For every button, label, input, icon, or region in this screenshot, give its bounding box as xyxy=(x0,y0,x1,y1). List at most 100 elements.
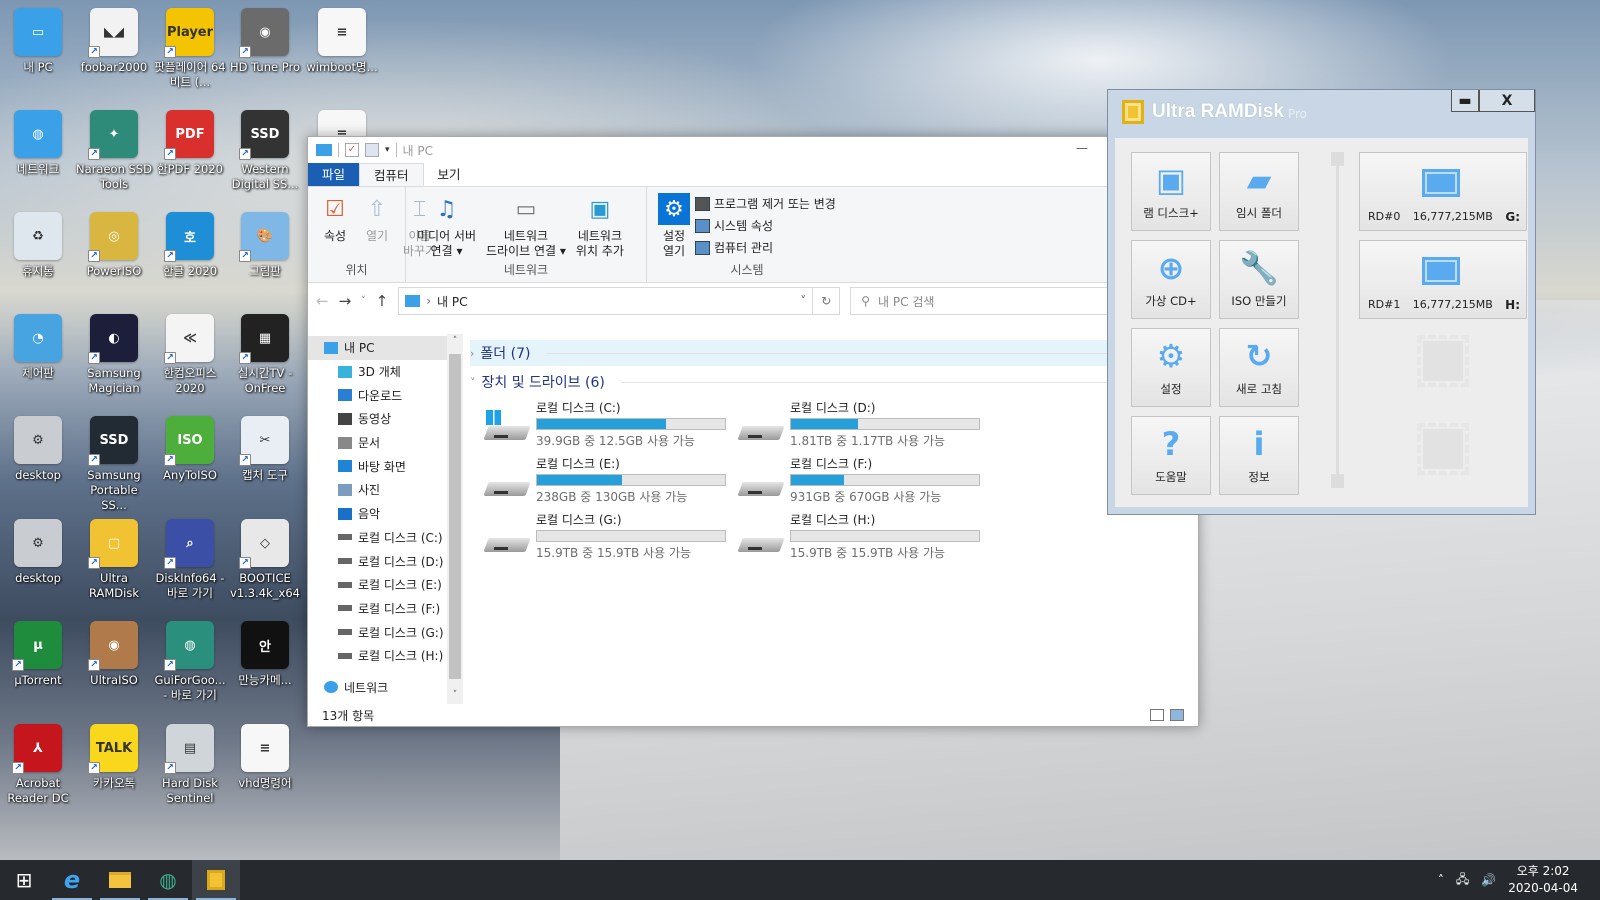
uninstall-program-button[interactable]: 프로그램 제거 또는 변경 xyxy=(695,195,836,212)
close-button[interactable]: X xyxy=(1479,90,1535,112)
nav-item[interactable]: 바탕 화면 xyxy=(308,454,447,478)
ramdisk-button[interactable]: ? 도움말 xyxy=(1131,416,1211,495)
scroll-thumb[interactable] xyxy=(449,354,461,679)
taskbar-guiforgoo[interactable]: ◍ xyxy=(144,860,192,900)
computer-management-button[interactable]: 컴퓨터 관리 xyxy=(695,239,836,256)
nav-item[interactable]: 로컬 디스크 (F:) xyxy=(308,597,447,621)
explorer-titlebar[interactable]: ✓ ▾ 내 PC — xyxy=(308,137,1198,163)
system-properties-button[interactable]: 시스템 속성 xyxy=(695,217,836,234)
quick-access-dropdown-icon[interactable]: ▾ xyxy=(385,145,390,155)
taskbar-internet-explorer[interactable]: e xyxy=(48,860,96,900)
ramdisk-titlebar[interactable]: Ultra RAMDisk Pro ▬ X xyxy=(1108,90,1535,134)
large-icons-view-icon[interactable] xyxy=(1170,709,1184,721)
volume-icon[interactable]: 🔊 xyxy=(1481,873,1496,887)
disk-list-slider[interactable] xyxy=(1331,152,1344,488)
details-view-icon[interactable] xyxy=(1150,709,1164,721)
forward-arrow-icon[interactable]: → xyxy=(339,292,352,310)
address-bar[interactable]: › 내 PC ˅ xyxy=(398,287,814,315)
desktop-icon[interactable]: PDF ↗ 한PDF 2020 xyxy=(152,110,228,177)
tab-computer[interactable]: 컴퓨터 xyxy=(359,163,424,186)
ramdisk-entry[interactable]: RD#0 16,777,215MB G: xyxy=(1359,152,1527,231)
drive-item[interactable]: 로컬 디스크 (C:) 39.9GB 중 12.5GB 사용 가능 xyxy=(483,401,738,450)
desktop-icon[interactable]: 🎨 ↗ 그림판 xyxy=(227,212,303,279)
nav-item-this-pc[interactable]: 내 PC xyxy=(308,336,447,360)
clock[interactable]: 오후 2:02 2020-04-04 xyxy=(1508,863,1578,897)
desktop-icon[interactable]: ⚙ desktop xyxy=(0,416,76,483)
desktop-icon[interactable]: ≡ vhd명령어 xyxy=(227,724,303,791)
nav-item[interactable]: 다운로드 xyxy=(308,383,447,407)
ramdisk-button[interactable]: ↻ 새로 고침 xyxy=(1219,328,1299,407)
desktop-icon[interactable]: ⌕ ↗ DiskInfo64 - 바로 가기 xyxy=(152,519,228,601)
back-arrow-icon[interactable]: ← xyxy=(316,292,329,310)
desktop-icon[interactable]: ⚙ desktop xyxy=(0,519,76,586)
minimize-button[interactable]: ▬ xyxy=(1451,90,1479,112)
desktop-icon[interactable]: ≡ wimboot명... xyxy=(304,8,380,75)
minimize-button[interactable]: — xyxy=(1076,141,1088,155)
tab-file[interactable]: 파일 xyxy=(308,163,360,186)
ramdisk-button[interactable]: 🔧 ISO 만들기 xyxy=(1219,240,1299,319)
ramdisk-button[interactable]: ⚙ 설정 xyxy=(1131,328,1211,407)
ramdisk-button[interactable]: ⊕ 가상 CD+ xyxy=(1131,240,1211,319)
tab-view[interactable]: 보기 xyxy=(424,163,475,186)
nav-item[interactable]: 음악 xyxy=(308,502,447,526)
nav-item-network[interactable]: 네트워크 xyxy=(308,676,447,700)
properties-quick-icon[interactable]: ✓ xyxy=(345,143,359,157)
new-folder-quick-icon[interactable] xyxy=(365,143,379,157)
nav-item[interactable]: 로컬 디스크 (G:) xyxy=(308,620,447,644)
desktop-icon[interactable]: ✂ ↗ 캡처 도구 xyxy=(227,416,303,483)
desktop-icon[interactable]: ◐ ↗ Samsung Magician xyxy=(76,314,152,396)
ramdisk-button[interactable]: i 정보 xyxy=(1219,416,1299,495)
breadcrumb-this-pc[interactable]: 내 PC xyxy=(437,293,467,310)
drive-item[interactable]: 로컬 디스크 (D:) 1.81TB 중 1.17TB 사용 가능 xyxy=(737,401,992,450)
desktop-icon[interactable]: ◉ ↗ UltraISO xyxy=(76,621,152,688)
network-icon[interactable]: 🖧 xyxy=(1456,870,1469,891)
desktop-icon[interactable]: ▢ ↗ Ultra RAMDisk xyxy=(76,519,152,601)
section-folders[interactable]: › 폴더 (7) xyxy=(470,340,1198,366)
section-drives[interactable]: ˅ 장치 및 드라이브 (6) xyxy=(470,369,1198,395)
desktop-icon[interactable]: 안 만능카메... xyxy=(227,621,303,688)
slider-handle[interactable] xyxy=(1331,152,1344,166)
desktop-icon[interactable]: TALK ↗ 카카오톡 xyxy=(76,724,152,791)
drive-item[interactable]: 로컬 디스크 (G:) 15.9TB 중 15.9TB 사용 가능 xyxy=(483,513,738,562)
slider-handle[interactable] xyxy=(1331,474,1344,488)
recent-locations-chevron-icon[interactable]: ˅ xyxy=(361,296,366,306)
desktop-icon[interactable]: ◔ 제어판 xyxy=(0,314,76,381)
desktop-icon[interactable]: ◍ 네트워크 xyxy=(0,110,76,177)
desktop-icon[interactable]: ▤ ↗ Hard Disk Sentinel xyxy=(152,724,228,806)
desktop-icon[interactable]: ▭ 내 PC xyxy=(0,8,76,75)
taskbar-file-explorer[interactable] xyxy=(96,860,144,900)
desktop-icon[interactable]: ◇ ↗ BOOTICE v1.3.4k_x64 xyxy=(227,519,303,601)
nav-item[interactable]: 로컬 디스크 (H:) xyxy=(308,644,447,668)
address-dropdown-icon[interactable]: ˅ xyxy=(800,294,806,308)
desktop-icon[interactable]: SSD ↗ Western Digital SS... xyxy=(227,110,303,192)
nav-item[interactable]: 로컬 디스크 (E:) xyxy=(308,573,447,597)
drive-item[interactable]: 로컬 디스크 (H:) 15.9TB 중 15.9TB 사용 가능 xyxy=(737,513,992,562)
desktop-icon[interactable]: ▦ ↗ 실시간TV - OnFree xyxy=(227,314,303,396)
up-arrow-icon[interactable]: ↑ xyxy=(376,292,389,310)
nav-item[interactable]: 동영상 xyxy=(308,407,447,431)
desktop-icon[interactable]: ◉ ↗ HD Tune Pro xyxy=(227,8,303,75)
scroll-down-icon[interactable]: ˅ xyxy=(447,690,463,700)
desktop-icon[interactable]: Player ↗ 팟플레이어 64 비트 (... xyxy=(152,8,228,90)
drive-item[interactable]: 로컬 디스크 (F:) 931GB 중 670GB 사용 가능 xyxy=(737,457,992,506)
nav-item[interactable]: 문서 xyxy=(308,431,447,455)
ramdisk-entry[interactable]: RD#1 16,777,215MB H: xyxy=(1359,240,1527,319)
desktop-icon[interactable]: ISO ↗ AnyToISO xyxy=(152,416,228,483)
desktop-icon[interactable]: ≪ ↗ 한컴오피스 2020 xyxy=(152,314,228,396)
desktop-icon[interactable]: ✦ ↗ Naraeon SSD Tools xyxy=(76,110,152,192)
search-input[interactable]: ⚲ 내 PC 검색 xyxy=(850,287,1131,315)
ramdisk-button[interactable]: ▰ 임시 폴더 xyxy=(1219,152,1299,231)
start-button[interactable]: ⊞ xyxy=(0,860,48,900)
show-hidden-icons-chevron-icon[interactable]: ˄ xyxy=(1438,873,1444,887)
nav-item[interactable]: 3D 개체 xyxy=(308,360,447,384)
desktop-icon[interactable]: µ ↗ µTorrent xyxy=(0,621,76,688)
ramdisk-button[interactable]: ▣ 램 디스크+ xyxy=(1131,152,1211,231)
refresh-button[interactable]: ↻ xyxy=(812,287,841,315)
taskbar-ultra-ramdisk[interactable] xyxy=(192,860,240,900)
nav-item[interactable]: 사진 xyxy=(308,478,447,502)
desktop-icon[interactable]: ◣◢ ↗ foobar2000 xyxy=(76,8,152,75)
nav-item[interactable]: 로컬 디스크 (C:) xyxy=(308,526,447,550)
desktop-icon[interactable]: ◎ ↗ PowerISO xyxy=(76,212,152,279)
drive-item[interactable]: 로컬 디스크 (E:) 238GB 중 130GB 사용 가능 xyxy=(483,457,738,506)
scroll-up-icon[interactable]: ˄ xyxy=(447,336,463,346)
